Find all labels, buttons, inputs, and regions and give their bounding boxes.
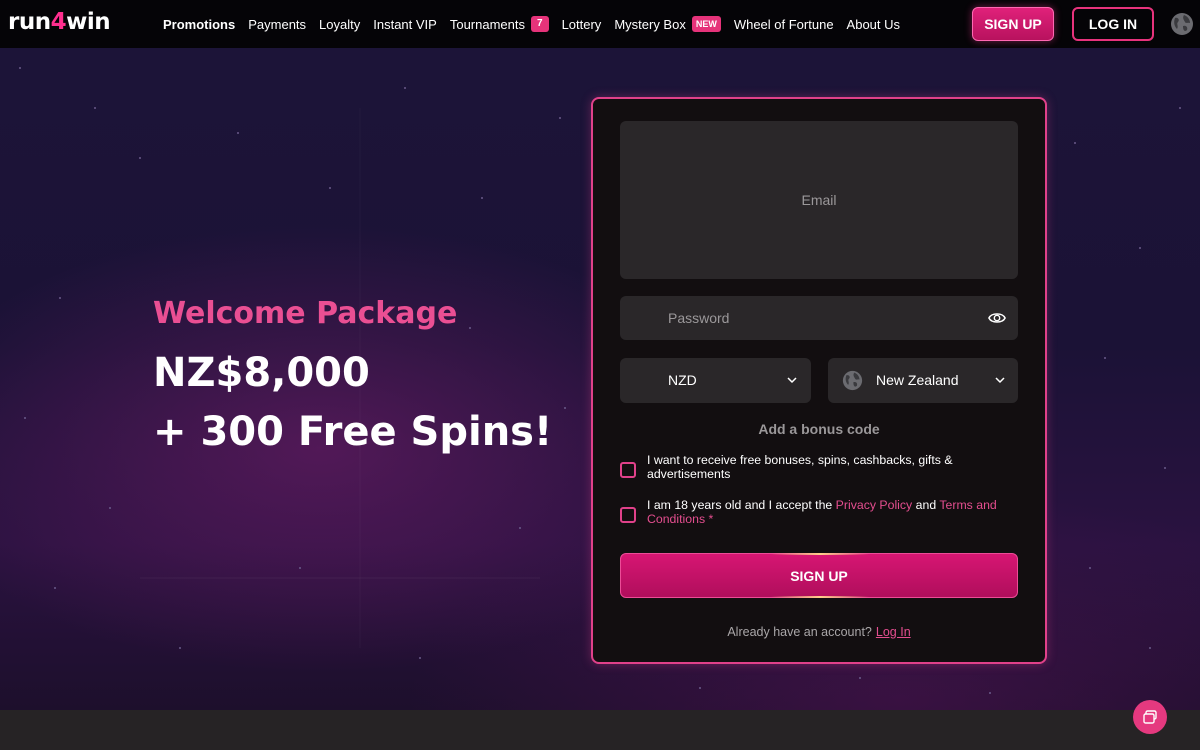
header-signup-button[interactable]: SIGN UP [972,7,1054,41]
welcome-package-heading: Welcome Package [153,296,458,331]
marketing-consent-label: I want to receive free bonuses, spins, c… [647,453,953,481]
chat-icon [1143,710,1157,724]
currency-value: NZD [668,372,697,388]
nav-label: About Us [846,16,901,32]
chevron-down-icon [787,377,797,384]
signup-submit-button[interactable]: SIGN UP [620,553,1018,598]
age-consent-and: and [912,498,940,512]
top-header: run4win Promotions Payments Loyalty Inst… [0,0,1200,48]
nav-label: Lottery [561,16,602,32]
tournaments-count-badge: 7 [531,16,549,32]
nav-item-instant-vip[interactable]: Instant VIP [373,17,437,32]
nav-label: Loyalty [319,16,361,32]
nav-item-wheel-of-fortune[interactable]: Wheel of Fortune [734,17,834,32]
chevron-down-icon [995,377,1005,384]
new-badge: NEW [691,16,721,32]
chat-button[interactable] [1133,700,1167,734]
nav-label: Tournaments [449,16,525,32]
nav-item-mystery-box[interactable]: Mystery Box NEW [614,16,721,32]
nav-item-lottery[interactable]: Lottery [562,17,602,32]
age-consent-label: I am 18 years old and I accept the Priva… [647,498,1020,526]
email-placeholder: Email [801,192,837,208]
country-select[interactable]: New Zealand [828,358,1018,403]
add-bonus-code-link[interactable]: Add a bonus code [593,421,1045,437]
already-account-label: Already have an account? [727,625,872,639]
main-nav: Promotions Payments Loyalty Instant VIP … [163,0,913,48]
nav-item-about-us[interactable]: About Us [847,17,900,32]
nav-item-promotions[interactable]: Promotions [163,17,235,32]
marketing-consent-checkbox[interactable] [620,462,636,478]
signup-form-card: Email Password NZD New Zealand Add a bon… [591,97,1047,664]
bonus-amount: NZ$8,000 [153,350,370,396]
nav-item-loyalty[interactable]: Loyalty [319,17,360,32]
age-consent-checkbox[interactable] [620,507,636,523]
nav-label: Payments [248,16,307,32]
nav-item-tournaments[interactable]: Tournaments 7 [450,16,549,32]
privacy-policy-link[interactable]: Privacy Policy [836,498,913,512]
required-mark: * [705,512,714,526]
logo-text-4: 4 [50,9,67,35]
nav-label: Instant VIP [373,16,437,32]
globe-icon [842,370,863,391]
nav-label: Promotions [163,16,236,32]
login-link[interactable]: Log In [876,625,911,639]
email-field[interactable]: Email [620,121,1018,279]
marketing-consent-row: I want to receive free bonuses, spins, c… [620,453,1020,481]
nav-label: Mystery Box [614,16,686,32]
site-logo[interactable]: run4win [8,9,111,35]
eye-icon[interactable] [988,309,1006,327]
logo-text-win: win [66,9,111,35]
logo-text-run: run [8,9,51,35]
currency-select[interactable]: NZD [620,358,811,403]
password-field[interactable]: Password [620,296,1018,340]
nav-item-payments[interactable]: Payments [248,17,306,32]
free-spins-text: + 300 Free Spins! [153,409,553,455]
already-account-text: Already have an account? Log In [593,625,1045,639]
header-login-button[interactable]: LOG IN [1072,7,1154,41]
age-consent-prefix: I am 18 years old and I accept the [647,498,836,512]
footer-strip [0,710,1200,750]
password-placeholder: Password [668,310,730,326]
hero-section: Welcome Package NZ$8,000 + 300 Free Spin… [0,48,1200,710]
country-value: New Zealand [876,372,959,388]
nav-label: Wheel of Fortune [733,16,834,32]
age-consent-row: I am 18 years old and I accept the Priva… [620,498,1020,526]
globe-icon[interactable] [1170,12,1194,36]
